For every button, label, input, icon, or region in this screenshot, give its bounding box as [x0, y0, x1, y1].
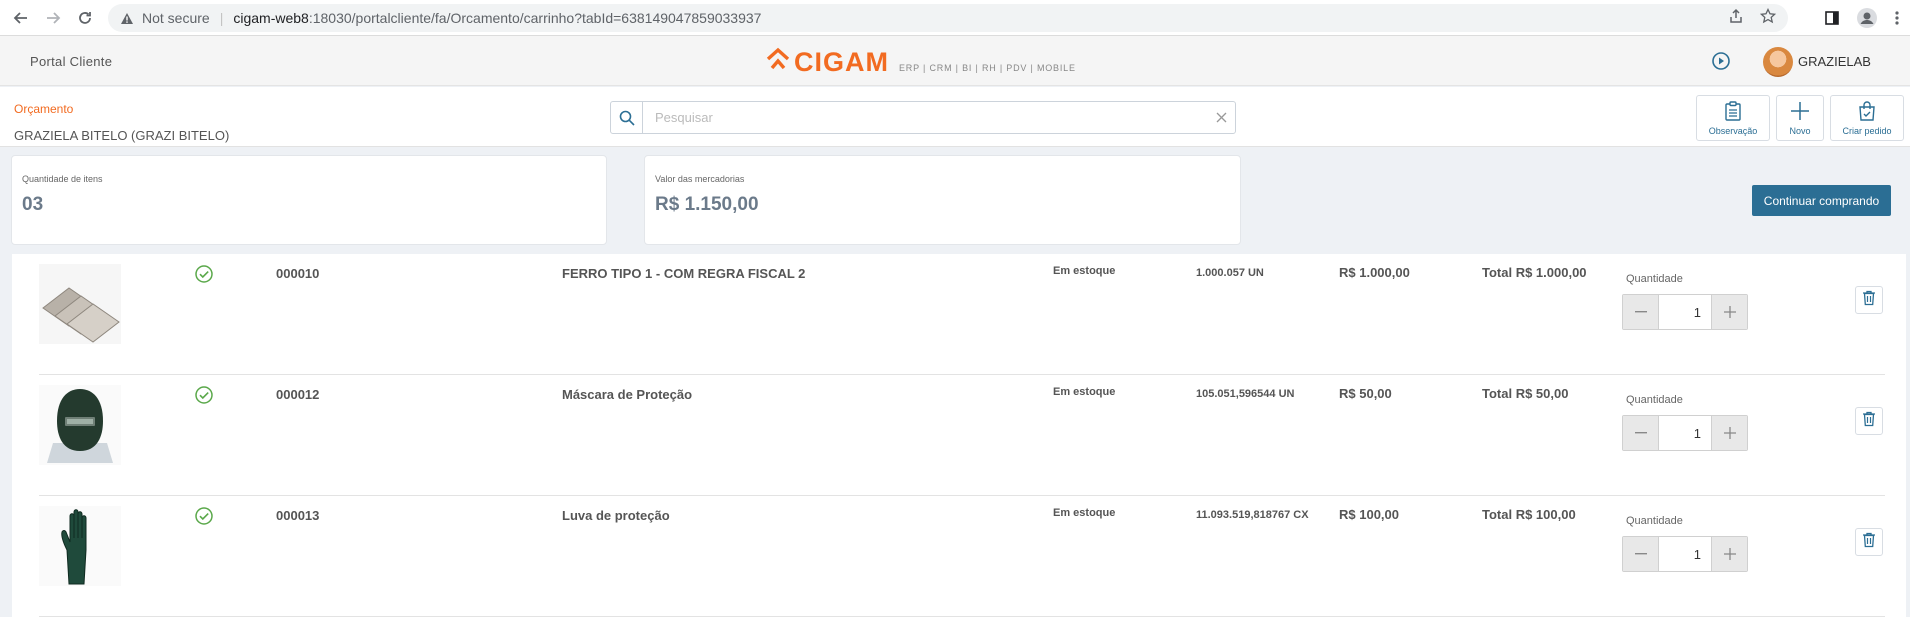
url-host: cigam-web8: [233, 10, 309, 26]
observacao-button[interactable]: Observação: [1696, 95, 1770, 141]
item-stock-quantity: 11.093.519,818767 CX: [1196, 509, 1309, 521]
item-total: Total R$ 1.000,00: [1482, 265, 1587, 280]
item-total: Total R$ 100,00: [1482, 507, 1576, 522]
increment-button[interactable]: [1711, 295, 1747, 329]
bookmark-star-icon[interactable]: [1759, 7, 1777, 27]
quantity-label: Quantidade de itens: [22, 174, 103, 184]
share-icon[interactable]: [1728, 8, 1744, 27]
metal-plates-image[interactable]: [39, 264, 121, 344]
decrement-button[interactable]: [1623, 537, 1659, 571]
delete-item-button[interactable]: [1855, 286, 1883, 314]
item-total: Total R$ 50,00: [1482, 386, 1569, 401]
address-separator: |: [219, 10, 224, 26]
observacao-label: Observação: [1708, 125, 1758, 136]
trash-icon: [1862, 411, 1876, 432]
search-bar: [610, 101, 1236, 134]
avatar[interactable]: [1763, 47, 1793, 77]
criar-pedido-label: Criar pedido: [1842, 125, 1892, 136]
customer-name: GRAZIELA BITELO (GRAZI BITELO): [14, 128, 230, 143]
search-icon[interactable]: [611, 102, 643, 133]
reload-icon[interactable]: [74, 7, 96, 29]
app-header: Portal Cliente CIGAM ERP | CRM | BI | RH…: [0, 36, 1910, 86]
item-description[interactable]: Luva de proteção: [562, 508, 670, 523]
cart-items-list: 000010 FERRO TIPO 1 - COM REGRA FISCAL 2…: [12, 254, 1906, 617]
shopping-bag-icon: [1858, 100, 1876, 123]
check-circle-icon: [194, 506, 214, 531]
warning-icon: [120, 12, 134, 25]
cigam-logo[interactable]: CIGAM ERP | CRM | BI | RH | PDV | MOBILE: [766, 47, 1076, 76]
quantity-value[interactable]: 1: [1659, 295, 1711, 329]
item-price: R$ 1.000,00: [1339, 265, 1410, 280]
cart-item-row: 000012 Máscara de Proteção Em estoque 10…: [39, 375, 1885, 496]
value-amount: R$ 1.150,00: [655, 194, 759, 215]
novo-button[interactable]: Novo: [1776, 95, 1824, 141]
quantity-label: Quantidade: [1626, 515, 1683, 527]
item-code[interactable]: 000010: [276, 266, 319, 281]
quantity-stepper: 1: [1622, 536, 1748, 572]
url-path: :18030/portalcliente/fa/Orcamento/carrin…: [308, 10, 762, 26]
continue-shopping-button[interactable]: Continuar comprando: [1752, 185, 1891, 216]
item-price: R$ 100,00: [1339, 507, 1399, 522]
delete-item-button[interactable]: [1855, 528, 1883, 556]
welding-mask-image[interactable]: [39, 385, 121, 465]
quantity-value: 03: [22, 194, 44, 215]
item-code[interactable]: 000012: [276, 387, 319, 402]
clear-icon[interactable]: [1207, 112, 1235, 123]
item-stock-status: Em estoque: [1053, 265, 1116, 277]
side-panel-icon[interactable]: [1824, 10, 1840, 31]
quantity-label: Quantidade: [1626, 394, 1683, 406]
decrement-button[interactable]: [1623, 416, 1659, 450]
item-description[interactable]: Máscara de Proteção: [562, 387, 692, 402]
item-stock-quantity: 105.051,596544 UN: [1196, 388, 1295, 400]
item-stock-status: Em estoque: [1053, 507, 1116, 519]
item-stock-quantity: 1.000.057 UN: [1196, 267, 1264, 279]
quantity-card: Quantidade de itens 03: [11, 155, 607, 245]
check-circle-icon: [194, 264, 214, 289]
delete-item-button[interactable]: [1855, 407, 1883, 435]
back-arrow-icon[interactable]: [10, 7, 32, 29]
value-label: Valor das mercadorias: [655, 174, 745, 184]
check-circle-icon: [194, 385, 214, 410]
logo-text: CIGAM: [794, 47, 889, 77]
cart-item-row: 000010 FERRO TIPO 1 - COM REGRA FISCAL 2…: [39, 254, 1885, 375]
quantity-stepper: 1: [1622, 415, 1748, 451]
item-stock-status: Em estoque: [1053, 386, 1116, 398]
quantity-value[interactable]: 1: [1659, 537, 1711, 571]
more-menu-icon[interactable]: [1894, 10, 1900, 31]
quantity-label: Quantidade: [1626, 273, 1683, 285]
profile-icon[interactable]: [1856, 7, 1878, 34]
novo-label: Novo: [1789, 125, 1811, 136]
trash-icon: [1862, 290, 1876, 311]
value-card: Valor das mercadorias R$ 1.150,00: [644, 155, 1241, 245]
username[interactable]: GRAZIELAB: [1798, 54, 1871, 69]
logo-modules: ERP | CRM | BI | RH | PDV | MOBILE: [899, 63, 1076, 73]
increment-button[interactable]: [1711, 537, 1747, 571]
increment-button[interactable]: [1711, 416, 1747, 450]
item-code[interactable]: 000013: [276, 508, 319, 523]
page-subheader: Orçamento GRAZIELA BITELO (GRAZI BITELO)…: [0, 87, 1910, 147]
quantity-value[interactable]: 1: [1659, 416, 1711, 450]
cigam-house-icon: [766, 47, 790, 76]
portal-title[interactable]: Portal Cliente: [30, 54, 112, 69]
forward-arrow-icon[interactable]: [42, 7, 64, 29]
criar-pedido-button[interactable]: Criar pedido: [1830, 95, 1904, 141]
quantity-stepper: 1: [1622, 294, 1748, 330]
security-label: Not secure: [142, 10, 210, 26]
item-description[interactable]: FERRO TIPO 1 - COM REGRA FISCAL 2: [562, 266, 805, 281]
cart-item-row: 000013 Luva de proteção Em estoque 11.09…: [39, 496, 1885, 617]
browser-toolbar: Not secure | cigam-web8:18030/portalclie…: [0, 0, 1910, 36]
section-label: Orçamento: [14, 102, 74, 116]
trash-icon: [1862, 532, 1876, 553]
plus-icon: [1790, 101, 1810, 123]
item-price: R$ 50,00: [1339, 386, 1392, 401]
decrement-button[interactable]: [1623, 295, 1659, 329]
address-bar[interactable]: Not secure | cigam-web8:18030/portalclie…: [108, 4, 1788, 32]
glove-image[interactable]: [39, 506, 121, 586]
play-circle-icon[interactable]: [1711, 51, 1731, 76]
clipboard-icon: [1724, 100, 1742, 123]
search-input[interactable]: [643, 102, 1207, 133]
